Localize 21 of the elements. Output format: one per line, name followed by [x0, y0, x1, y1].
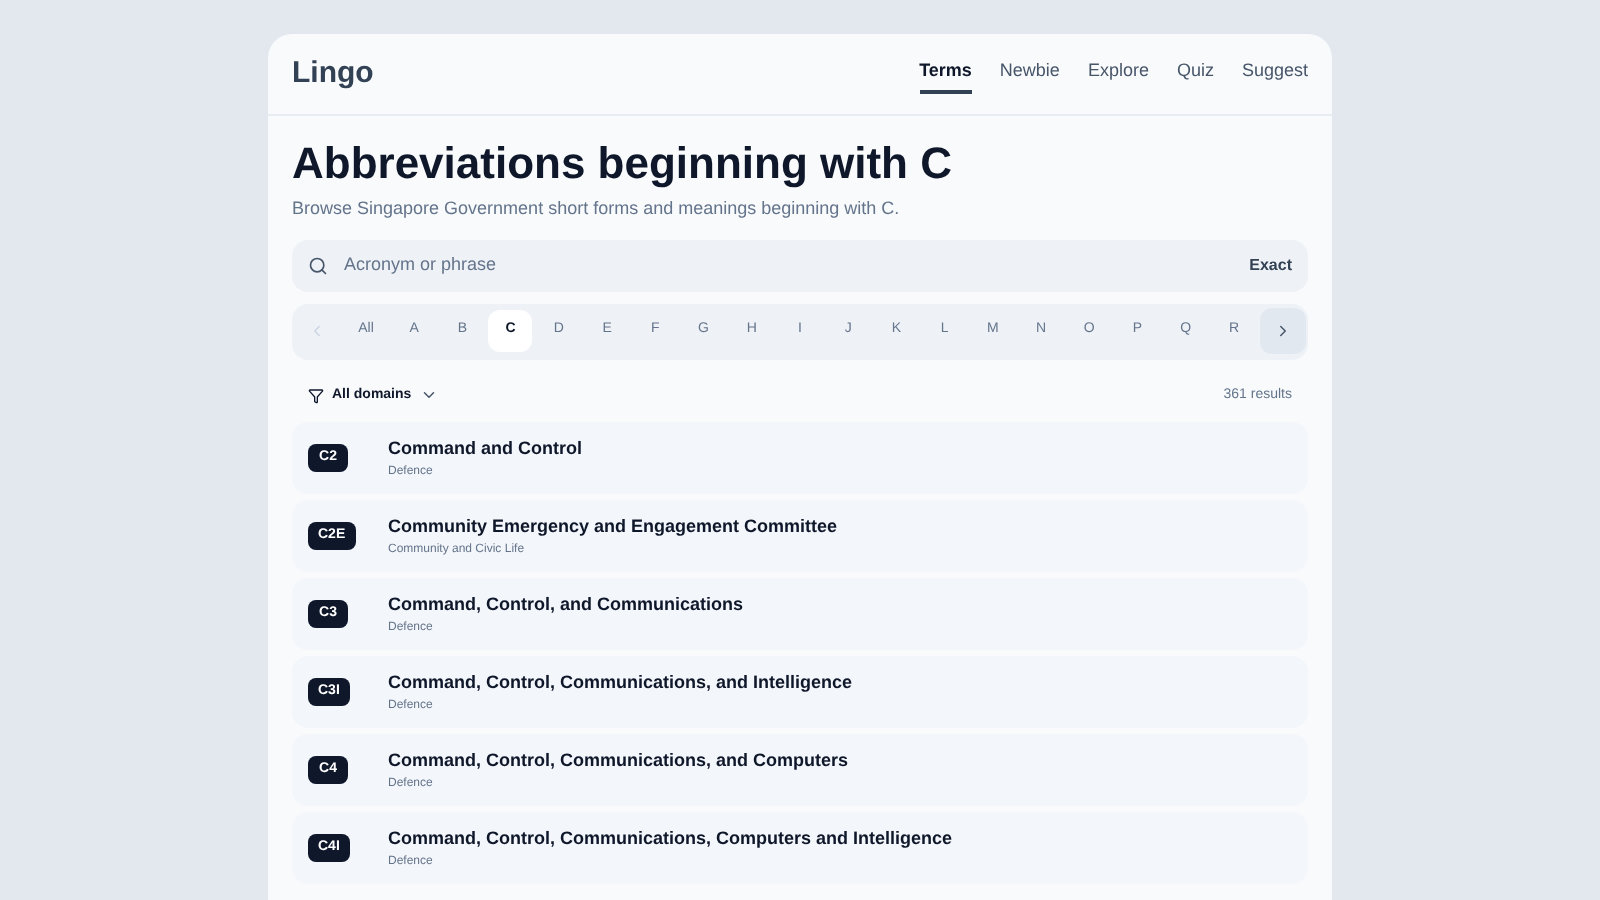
search-icon	[308, 255, 328, 275]
filter-icon	[308, 387, 324, 404]
nav-link[interactable]: Newbie	[999, 54, 1060, 94]
nav-link[interactable]: Suggest	[1241, 54, 1308, 94]
term-meaning: Command, Control, and Communications	[388, 591, 746, 615]
term-meaning: Command, Control, Communications, and Computers	[388, 747, 851, 771]
term-meaning: Community Emergency and Engagement Committee	[388, 513, 840, 537]
nav-link[interactable]: Terms	[919, 54, 972, 94]
page-heading: Abbreviations beginning with C	[292, 136, 954, 192]
term-meaning: Command and Control	[388, 435, 584, 459]
exact-toggle[interactable]: Exact	[1249, 253, 1292, 277]
term-meaning: Command, Control, Communications, Computers and Intelligence	[388, 825, 955, 849]
chevron-right-icon	[1274, 322, 1292, 340]
brand-logo[interactable]: Lingo	[292, 51, 374, 97]
search-field[interactable]: Acronym or phrase Exact	[292, 239, 1308, 291]
nav-link[interactable]: Explore	[1087, 54, 1149, 94]
next-button[interactable]	[1260, 308, 1306, 354]
term-meaning: Command, Control, Communications, and Intelligence	[388, 669, 855, 693]
chevron-left-icon	[308, 322, 326, 340]
page-subheading: Browse Singapore Government short forms and meanings beginning with C.	[292, 196, 902, 222]
nav-link[interactable]: Quiz	[1176, 54, 1214, 94]
